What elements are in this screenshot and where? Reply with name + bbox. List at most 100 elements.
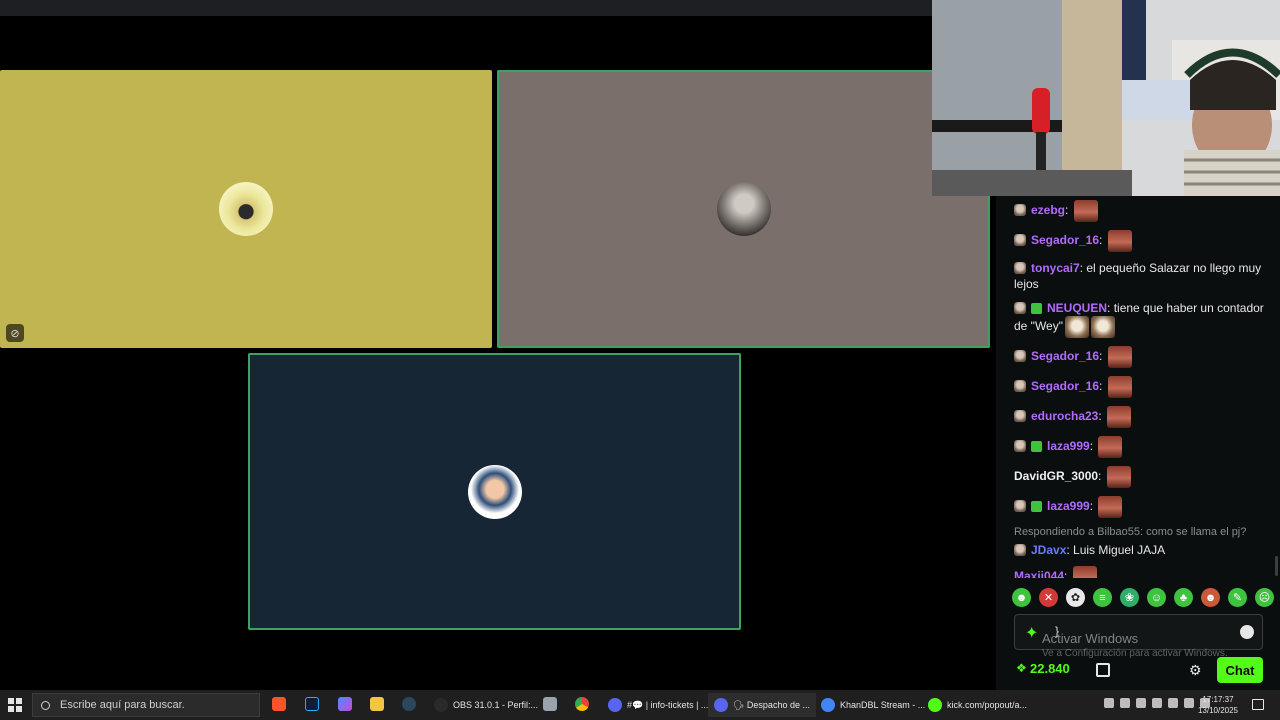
- participant-tile-1[interactable]: ⊘: [0, 70, 492, 348]
- chat-emote[interactable]: [1090, 316, 1115, 338]
- chat-message: laza999:: [1014, 492, 1266, 522]
- windows-taskbar: Escribe aquí para buscar. OBS 31.0.1 - P…: [0, 690, 1280, 720]
- chat-emote[interactable]: [1107, 406, 1132, 428]
- search-placeholder: Escribe aquí para buscar.: [60, 699, 185, 711]
- chat-message: ezebg:: [1014, 196, 1266, 226]
- steam-icon[interactable]: [402, 697, 416, 711]
- chat-emote[interactable]: [1072, 566, 1097, 578]
- chat-emote[interactable]: [1107, 230, 1132, 252]
- emote-icon[interactable]: ≡: [1093, 588, 1112, 607]
- task-label: kick.com/popout/a...: [947, 700, 1028, 710]
- user-badge-icon: [1014, 380, 1026, 393]
- emote-icon[interactable]: ☺: [1147, 588, 1166, 607]
- quick-emote-bar: ☻ ✕ ✿ ≡ ❀ ☺ ♣ ☻ ✎ ☹: [1012, 588, 1274, 610]
- user-badge-icon: [1014, 234, 1026, 247]
- chat-message: Segador_16:: [1014, 226, 1266, 256]
- participant-avatar: [716, 182, 771, 236]
- channel-points-count[interactable]: 22.840: [1030, 661, 1070, 676]
- emote-icon[interactable]: ✎: [1228, 588, 1247, 607]
- taskbar-task[interactable]: KhanDBL Stream - ...: [815, 693, 931, 717]
- chat-username[interactable]: DavidGR_3000: [1014, 469, 1098, 483]
- chat-separator: :: [1107, 301, 1114, 315]
- chat-message-text: Luis Miguel JAJA: [1073, 543, 1166, 557]
- notifications-icon[interactable]: [1252, 699, 1264, 710]
- tray-icon[interactable]: [1104, 698, 1114, 708]
- brave-icon[interactable]: [272, 697, 286, 711]
- tray-icon[interactable]: [1136, 698, 1146, 708]
- taskbar-task[interactable]: OBS 31.0.1 - Perfil:...: [428, 693, 544, 717]
- chat-username[interactable]: Maxii044: [1014, 569, 1064, 578]
- task-app-icon: [928, 698, 942, 712]
- task-label: #💬 | info-tickets | ...: [627, 699, 709, 710]
- emote-icon[interactable]: ✕: [1039, 588, 1058, 607]
- subscriber-badge-icon: [1031, 303, 1042, 314]
- emoji-picker-icon[interactable]: [1240, 625, 1254, 639]
- app-icon[interactable]: [543, 697, 557, 711]
- chat-username[interactable]: NEUQUEN: [1047, 301, 1107, 315]
- chat-send-button[interactable]: Chat: [1217, 657, 1263, 683]
- chat-emote[interactable]: [1098, 436, 1123, 458]
- taskbar-search[interactable]: Escribe aquí para buscar.: [32, 693, 260, 717]
- participant-tile-3[interactable]: [248, 353, 741, 630]
- store-icon[interactable]: [1096, 663, 1110, 677]
- chat-username[interactable]: laza999: [1047, 499, 1090, 513]
- photoshop-icon[interactable]: [305, 697, 319, 711]
- chat-separator: :: [1098, 409, 1106, 424]
- chat-message: Maxii044:: [1014, 562, 1266, 578]
- mic-icon[interactable]: [1120, 698, 1130, 708]
- emote-icon[interactable]: ☻: [1012, 588, 1031, 607]
- chat-username[interactable]: Segador_16: [1031, 233, 1099, 247]
- chat-username[interactable]: ezebg: [1031, 203, 1065, 217]
- emote-icon[interactable]: ✿: [1066, 588, 1085, 607]
- task-app-icon: [608, 698, 622, 712]
- chat-message: JDavx: Luis Miguel JAJA: [1014, 538, 1266, 562]
- chat-message: Segador_16:: [1014, 372, 1266, 402]
- emote-icon[interactable]: ☹: [1255, 588, 1274, 607]
- chat-username[interactable]: JDavx: [1031, 543, 1066, 557]
- volume-icon[interactable]: [1168, 698, 1178, 708]
- file-explorer-icon[interactable]: [370, 697, 384, 711]
- copilot-icon[interactable]: [338, 697, 352, 711]
- chat-separator: :: [1099, 349, 1106, 364]
- tray-icon[interactable]: [1184, 698, 1194, 708]
- participant-tile-2[interactable]: [497, 70, 990, 348]
- subscriber-badge-icon: [1031, 441, 1042, 453]
- reply-context[interactable]: Respondiendo a Bilbao55: como se llama e…: [1014, 522, 1266, 538]
- network-icon[interactable]: [1152, 698, 1162, 708]
- taskbar-task[interactable]: kick.com/popout/a...: [922, 693, 1033, 717]
- chat-emote[interactable]: [1106, 466, 1131, 488]
- emote-icon[interactable]: ☻: [1201, 588, 1220, 607]
- chat-username[interactable]: laza999: [1047, 439, 1090, 453]
- chat-message-list[interactable]: ezebg: Segador_16: tonycai7: el pequeño …: [996, 196, 1280, 578]
- chat-separator: :: [1089, 499, 1097, 514]
- chat-separator: :: [1099, 233, 1106, 248]
- chrome-icon[interactable]: [575, 697, 589, 711]
- chat-emote[interactable]: [1107, 376, 1132, 398]
- gear-icon[interactable]: ⚙: [1189, 662, 1202, 679]
- chat-username[interactable]: Segador_16: [1031, 349, 1099, 363]
- chat-username[interactable]: edurocha23: [1031, 409, 1098, 423]
- emote-icon[interactable]: ❀: [1120, 588, 1139, 607]
- call-top-bar: [0, 0, 932, 16]
- windows-start-icon[interactable]: [8, 698, 22, 712]
- chat-emote[interactable]: [1098, 496, 1123, 518]
- taskbar-clock[interactable]: 17:17:37 13/10/2025: [1196, 694, 1240, 716]
- webcam-feed: [932, 0, 1280, 196]
- taskbar-task[interactable]: #💬 | info-tickets | ...: [602, 693, 714, 717]
- chat-separator: :: [1089, 439, 1097, 454]
- task-app-icon: [434, 698, 448, 712]
- chat-message: edurocha23:: [1014, 402, 1266, 432]
- chat-footer: ❖ 22.840 ⚙ Chat: [996, 654, 1280, 690]
- taskbar-task[interactable]: 🗣 Despacho de ...: [708, 693, 816, 717]
- chat-username[interactable]: Segador_16: [1031, 379, 1099, 393]
- emote-icon[interactable]: ♣: [1174, 588, 1193, 607]
- chat-emote[interactable]: [1064, 316, 1089, 338]
- chat-separator: :: [1064, 569, 1071, 578]
- subscriber-badge-icon: [1031, 501, 1042, 513]
- chat-scrollbar[interactable]: [1275, 556, 1278, 576]
- chat-username[interactable]: tonycai7: [1031, 261, 1080, 275]
- chat-message: laza999:: [1014, 432, 1266, 462]
- user-badge-icon: [1014, 350, 1026, 363]
- chat-emote[interactable]: [1107, 346, 1132, 368]
- chat-emote[interactable]: [1073, 200, 1098, 222]
